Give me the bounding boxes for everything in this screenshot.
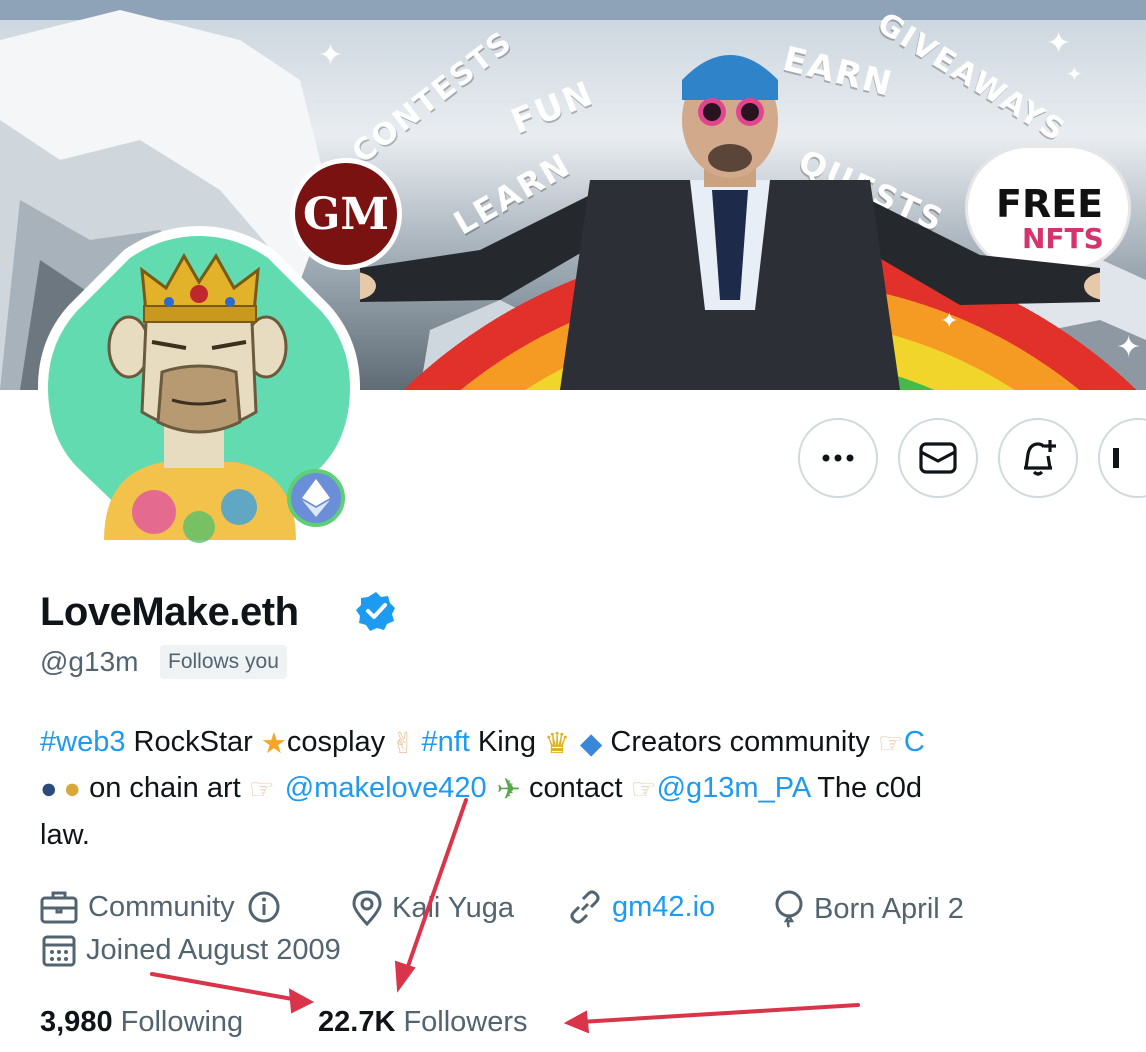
whale-emoji: ◆ (580, 728, 603, 760)
info-icon[interactable] (247, 890, 281, 924)
annotation-arrow (150, 972, 300, 1002)
verified-icon (356, 592, 395, 631)
following-stat[interactable]: 3,980 Following (40, 1006, 243, 1039)
bio-line-2: ● ● on chain art ☞ @makelove420 ✈ contact ☞… (40, 772, 922, 807)
meta-location: Kali Yuga (352, 890, 514, 926)
following-count: 3,980 (40, 1006, 113, 1038)
followers-stat[interactable]: 22.7K Followers (318, 1006, 528, 1039)
annotation-arrowhead (563, 1010, 590, 1034)
message-button[interactable] (898, 418, 978, 498)
followers-count: 22.7K (318, 1006, 396, 1038)
sparkle-icon: ✦ (1066, 64, 1083, 86)
mention-g13m-pa-link[interactable]: @g13m_PA (657, 772, 810, 804)
balloon-icon (775, 890, 803, 928)
bio-line-1: #web3 RockStar ★cosplay ✌ #nft King ♛ ◆ Cre… (40, 726, 925, 760)
rock-hand-emoji: ✌ (391, 728, 416, 760)
hashtag-nft-link[interactable]: #nft (421, 726, 469, 758)
partial-icon (1113, 448, 1119, 468)
bio-text: The c0d (809, 772, 922, 805)
follow-button-partial[interactable] (1098, 418, 1146, 498)
hashtag-web3-link[interactable]: #web3 (40, 726, 125, 758)
notification-bell-icon (1024, 440, 1056, 476)
sparkle-icon: ✦ (940, 308, 959, 333)
user-handle: @g13m (40, 646, 139, 677)
briefcase-icon (40, 891, 78, 924)
meta-website: gm42.io (568, 890, 715, 924)
star-emoji: ★ (260, 728, 287, 760)
pointing-hand-emoji: ☞ (877, 728, 904, 760)
followers-label: Followers (403, 1006, 528, 1038)
display-name: LoveMake.eth (40, 590, 299, 634)
bio-text: on chain art (81, 772, 249, 805)
website-link[interactable]: gm42.io (612, 891, 715, 924)
annotation-arrow (404, 798, 468, 974)
bio-text: Creators community (602, 726, 878, 759)
bio-text: King (469, 726, 545, 759)
pointing-hand-emoji: ☞ (630, 774, 657, 806)
location-pin-icon (352, 890, 382, 926)
pointing-hand-emoji: ☞ (248, 774, 275, 806)
annotation-arrow (578, 1003, 860, 1024)
sparkle-icon: ✦ (318, 39, 344, 72)
annotation-arrowhead (394, 960, 416, 993)
crown-emoji: ♛ (544, 728, 571, 760)
bio-text: cosplay (286, 726, 386, 759)
bio-text: contact (520, 772, 631, 805)
meta-birthday: Born April 2 (774, 890, 964, 928)
man-in-suit-illustration (360, 55, 1100, 390)
bio-text: RockStar (125, 726, 261, 759)
link-icon (570, 890, 600, 924)
more-button[interactable] (798, 418, 878, 498)
annotation-arrowhead (288, 988, 315, 1014)
sparkle-icon: ✦ (1046, 27, 1072, 60)
money-bag-emoji: ● (63, 773, 82, 805)
category-label: Community (88, 890, 235, 923)
sparkle-icon: ✦ (1116, 331, 1142, 364)
joined-label: Joined August 2009 (86, 933, 341, 966)
meta-joined: Joined August 2009 (42, 933, 341, 967)
birthday-label: Born April 2 (814, 892, 964, 925)
ethereum-icon (287, 469, 345, 527)
follows-you-badge: Follows you (160, 645, 287, 679)
mention-makelove420-link[interactable]: @makelove420 (285, 772, 487, 804)
notify-button[interactable] (998, 418, 1078, 498)
meta-category: Community (40, 890, 291, 924)
calendar-icon (42, 935, 76, 967)
speaking-head-emoji: ● (40, 773, 58, 805)
bio-line-3: law. (40, 819, 90, 851)
message-icon (919, 442, 957, 474)
flying-money-emoji: ✈ (496, 774, 521, 806)
following-label: Following (120, 1006, 244, 1038)
location-label: Kali Yuga (392, 891, 515, 924)
more-icon (822, 454, 854, 462)
